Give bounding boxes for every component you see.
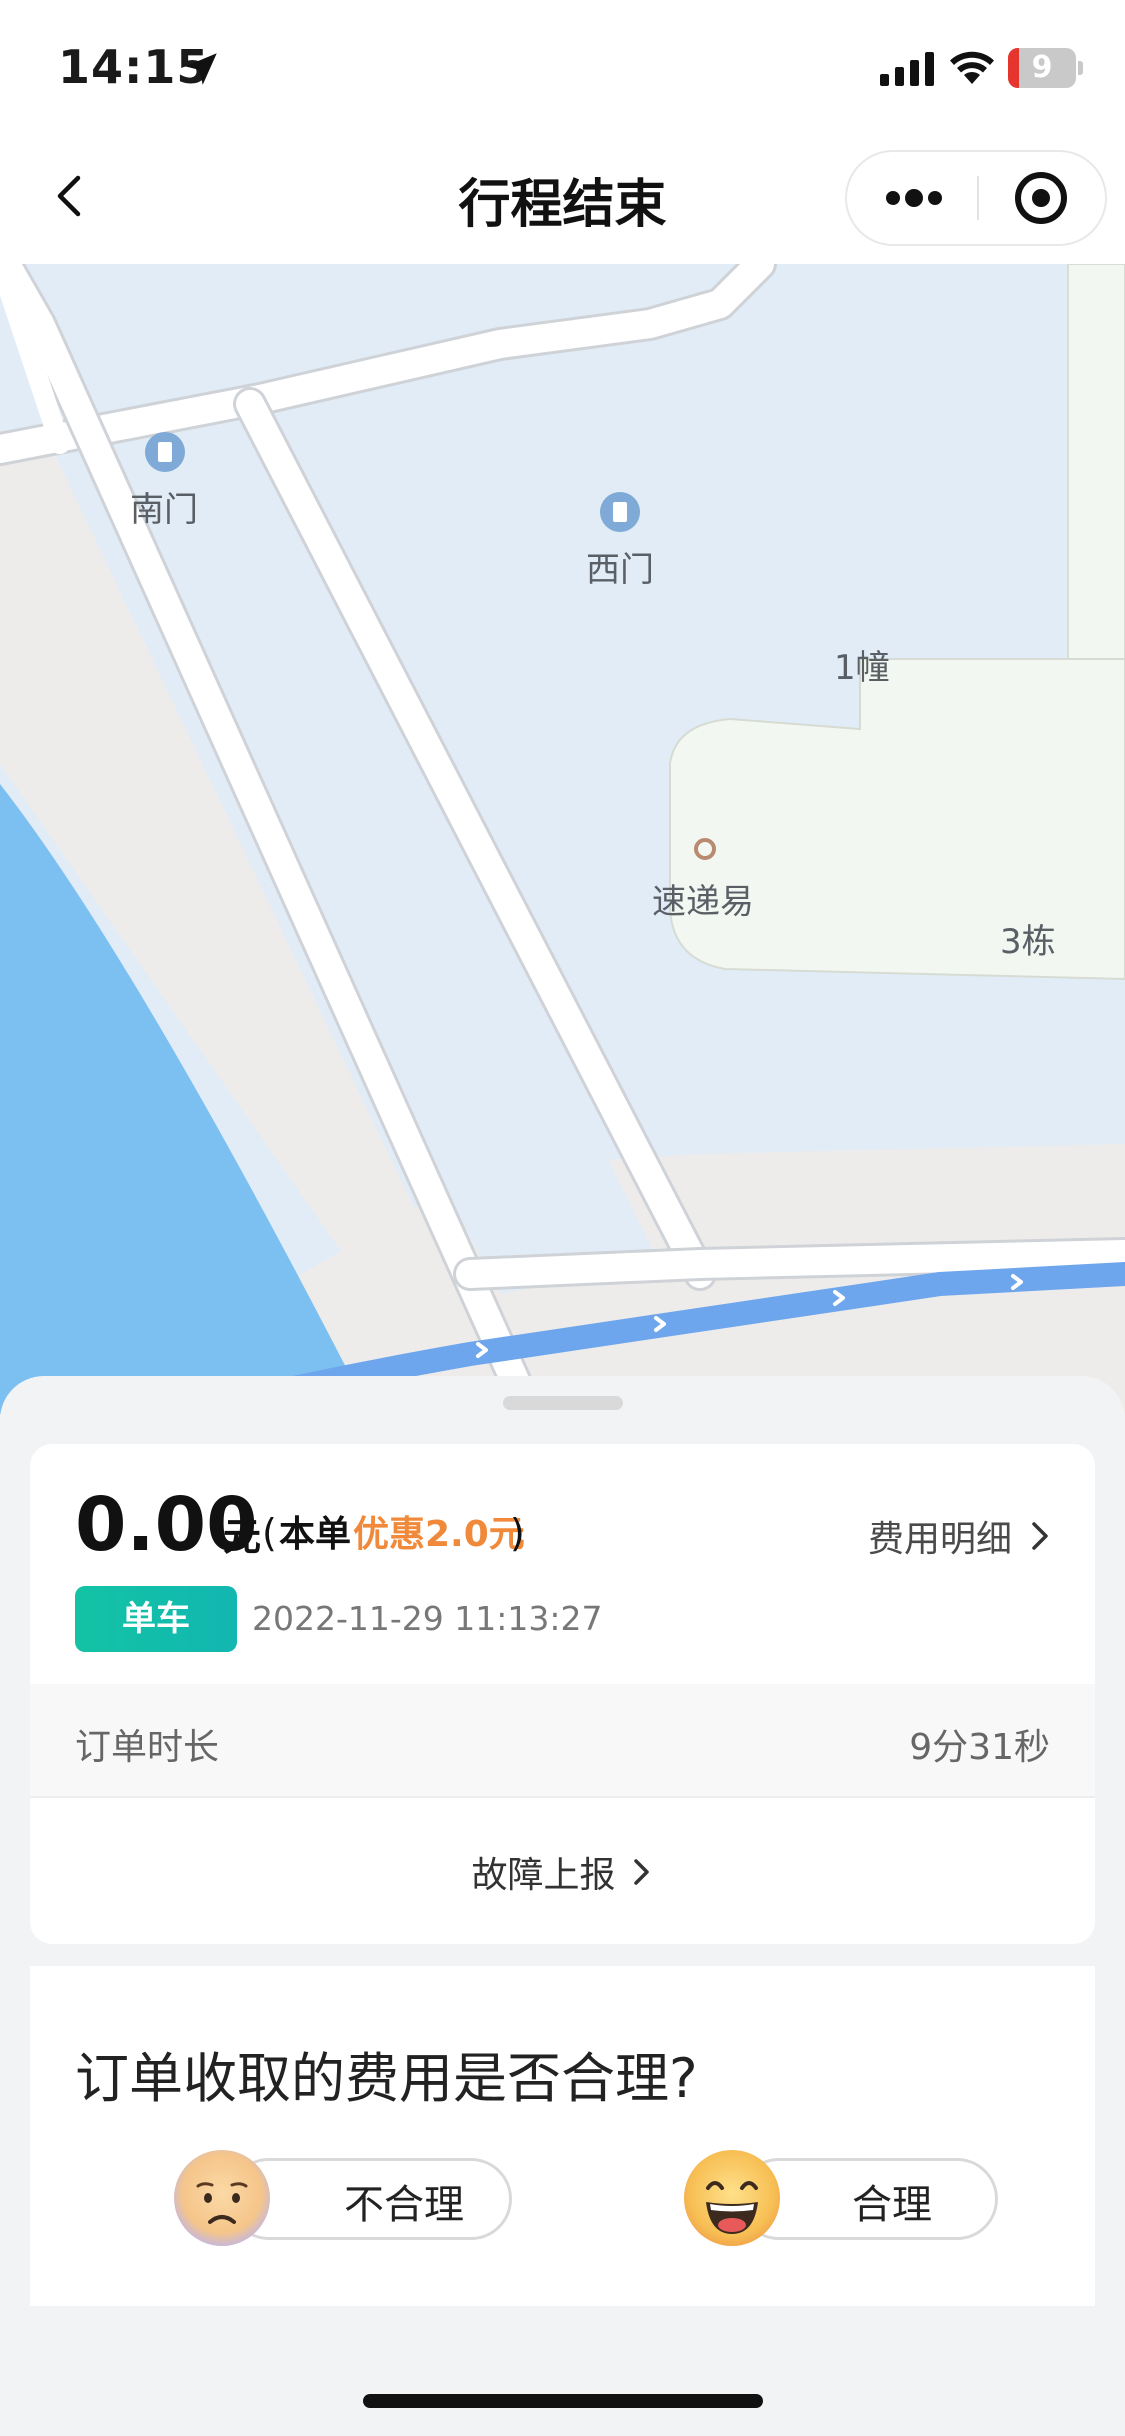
fault-report-label: 故障上报 bbox=[471, 1855, 616, 1896]
nav-bar: 行程结束 bbox=[0, 132, 1125, 264]
status-bar: 14:15 9 bbox=[0, 0, 1125, 132]
map-label-building-1: 1幢 bbox=[834, 648, 890, 688]
unreasonable-label: 不合理 bbox=[344, 2182, 464, 2228]
more-button[interactable] bbox=[847, 152, 977, 244]
home-indicator bbox=[363, 2394, 763, 2408]
sheet-handle[interactable] bbox=[503, 1396, 623, 1410]
location-arrow-icon bbox=[185, 53, 217, 85]
sad-face-icon bbox=[174, 2150, 270, 2246]
fee-detail-link[interactable]: 费用明细 bbox=[868, 1506, 1054, 1566]
fee-survey-card: 订单收取的费用是否合理? 不合理 合理 bbox=[30, 1966, 1095, 2306]
chevron-left-icon bbox=[57, 175, 81, 217]
poi-west-gate-icon bbox=[600, 492, 640, 532]
duration-row: 订单时长 9分31秒 bbox=[30, 1684, 1095, 1798]
poi-south-gate-icon bbox=[145, 432, 185, 472]
chevron-right-icon bbox=[633, 1859, 649, 1885]
discount-paren-open: ( bbox=[262, 1511, 277, 1555]
cellular-signal-icon bbox=[880, 52, 934, 86]
duration-value: 9分31秒 bbox=[909, 1727, 1050, 1768]
bottom-sheet: 0.00 元 ( 本单 优惠2.0元 ) 费用明细 单车 2022-11-29 … bbox=[0, 1376, 1125, 2436]
vehicle-type-tag: 单车 bbox=[75, 1586, 237, 1652]
fee-unit: 元 bbox=[223, 1515, 262, 1559]
order-time: 2022-11-29 11:13:27 bbox=[252, 1599, 603, 1638]
discount-prefix: 本单 bbox=[279, 1514, 352, 1555]
battery-percent: 9 bbox=[1031, 50, 1053, 85]
target-close-icon bbox=[1015, 172, 1067, 224]
map-label-building-3: 3栋 bbox=[1000, 922, 1056, 962]
discount-amount: 优惠2.0元 bbox=[353, 1514, 525, 1555]
reasonable-label: 合理 bbox=[852, 2182, 932, 2228]
close-miniprogram-button[interactable] bbox=[979, 152, 1105, 244]
survey-question: 订单收取的费用是否合理? bbox=[75, 2047, 698, 2110]
more-dots-icon bbox=[886, 189, 942, 207]
fee-detail-label: 费用明细 bbox=[868, 1519, 1013, 1560]
map-label-west-gate: 西门 bbox=[586, 550, 654, 590]
map-view[interactable]: 南门 西门 1幢 速递易 3栋 bbox=[0, 264, 1125, 1414]
unreasonable-button[interactable]: 不合理 bbox=[172, 2148, 512, 2248]
map-label-south-gate: 南门 bbox=[130, 490, 198, 530]
back-button[interactable] bbox=[40, 164, 104, 228]
map-label-express: 速递易 bbox=[652, 882, 754, 922]
duration-label: 订单时长 bbox=[75, 1727, 220, 1768]
wifi-icon bbox=[950, 51, 994, 84]
fee-card: 0.00 元 ( 本单 优惠2.0元 ) 费用明细 单车 2022-11-29 … bbox=[30, 1444, 1095, 1944]
battery-icon: 9 bbox=[1008, 48, 1083, 88]
happy-face-icon bbox=[684, 2150, 780, 2246]
chevron-right-icon bbox=[1032, 1522, 1048, 1550]
reasonable-button[interactable]: 合理 bbox=[682, 2148, 1022, 2248]
menu-capsule bbox=[845, 150, 1107, 246]
map-canvas bbox=[0, 264, 1125, 1414]
discount-paren-close: ) bbox=[510, 1511, 525, 1555]
fault-report-button[interactable]: 故障上报 bbox=[30, 1800, 1095, 1944]
